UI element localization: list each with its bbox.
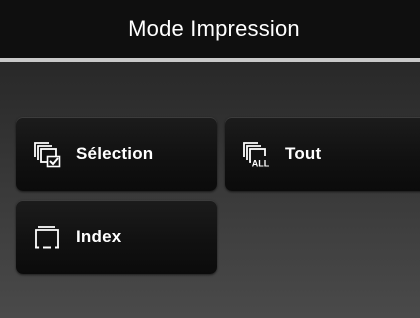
select-images-icon: [34, 142, 61, 168]
index-label: Index: [76, 227, 122, 246]
all-button[interactable]: ALL Tout: [225, 117, 420, 191]
index-print-icon: [35, 226, 59, 249]
all-images-icon: ALL: [243, 142, 270, 169]
page-title: Mode Impression: [128, 16, 300, 41]
title-separator: [0, 58, 420, 62]
title-bar: Mode Impression: [0, 0, 420, 58]
all-label: Tout: [285, 144, 322, 163]
selection-label: Sélection: [76, 144, 154, 163]
index-button[interactable]: Index: [16, 200, 217, 274]
selection-button[interactable]: Sélection: [16, 117, 217, 191]
print-mode-screen: Mode Impression Sélection ALL Tout Index: [0, 0, 420, 318]
all-icon-text: ALL: [252, 159, 270, 169]
